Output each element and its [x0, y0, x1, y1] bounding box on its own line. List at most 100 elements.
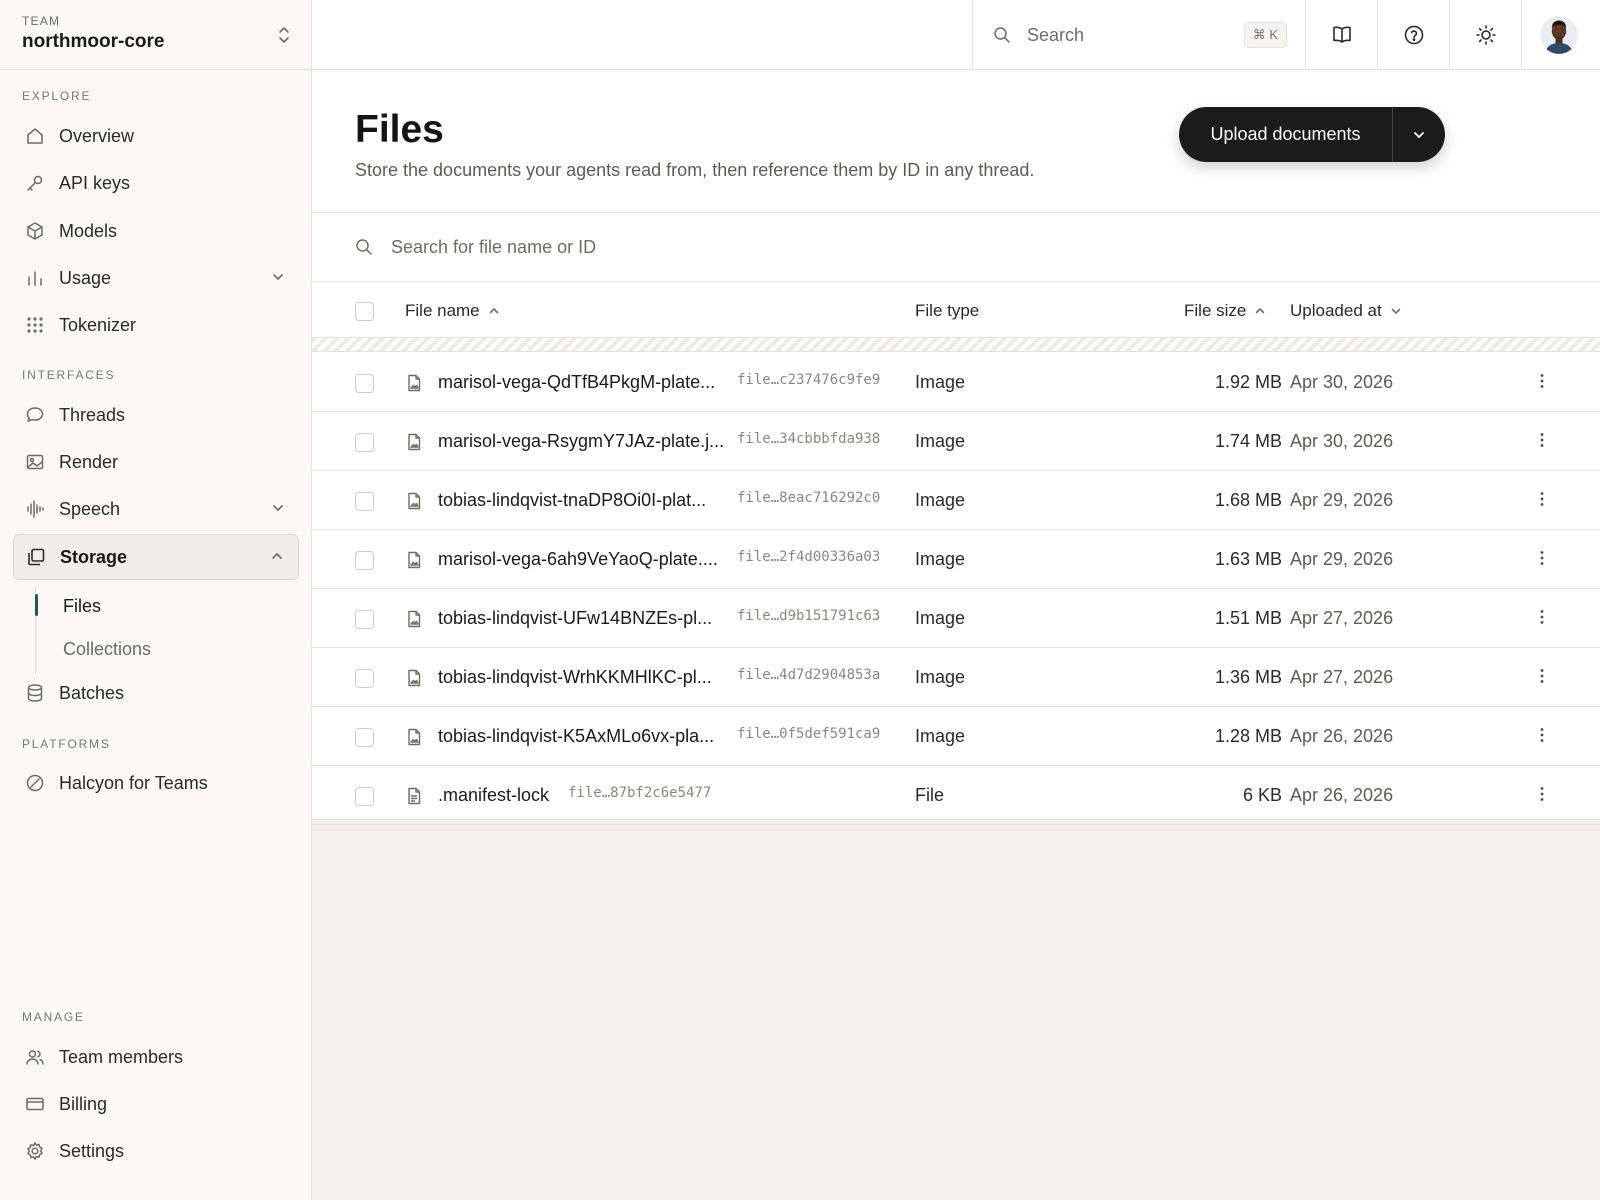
table-row[interactable]: marisol-vega-RsygmY7JAz-plate.j... file……: [312, 412, 1600, 471]
docs-button[interactable]: [1306, 0, 1378, 70]
row-checkbox[interactable]: [355, 492, 374, 511]
sort-ascending-icon: [488, 305, 500, 317]
sidebar-item-halcyon-for-teams[interactable]: Halcyon for Teams: [13, 761, 299, 805]
avatar[interactable]: [1540, 16, 1578, 54]
sidebar-item-batches[interactable]: Batches: [13, 671, 299, 715]
sidebar-item-threads[interactable]: Threads: [13, 393, 299, 437]
row-more-icon[interactable]: [1532, 784, 1552, 804]
column-header-uploaded-at[interactable]: Uploaded at: [1290, 301, 1402, 321]
sidebar-item-label: Overview: [59, 125, 135, 146]
credit-card-icon: [25, 1094, 45, 1114]
sidebar-item-team-members[interactable]: Team members: [13, 1035, 299, 1079]
sidebar-item-label: Team members: [59, 1046, 184, 1067]
sidebar-item-label: Threads: [59, 404, 126, 425]
file-search-bar: [312, 212, 1600, 282]
file-name[interactable]: marisol-vega-RsygmY7JAz-plate.j...: [438, 431, 724, 452]
file-name[interactable]: tobias-lindqvist-tnaDP8Oi0I-plat...: [438, 490, 706, 511]
sidebar-item-label: API keys: [59, 172, 131, 193]
files-panel: Files Store the documents your agents re…: [312, 70, 1600, 825]
sun-icon: [1475, 24, 1497, 46]
users-icon: [25, 1047, 45, 1067]
table-row[interactable]: .manifest-lock file…87bf2c6e5477 File 6 …: [312, 766, 1600, 825]
upload-button-group: Upload documents: [1179, 107, 1445, 162]
file-name[interactable]: tobias-lindqvist-WrhKKMHlKC-pl...: [438, 667, 712, 688]
column-header-file-name[interactable]: File name: [405, 301, 500, 321]
image-file-icon: [405, 374, 423, 392]
section-label-platforms: PLATFORMS: [22, 737, 111, 751]
search-icon: [355, 238, 373, 256]
row-checkbox[interactable]: [355, 728, 374, 747]
table-row[interactable]: marisol-vega-QdTfB4PkgM-plate... file…c2…: [312, 353, 1600, 412]
theme-toggle-button[interactable]: [1450, 0, 1522, 70]
search-icon: [993, 26, 1011, 44]
file-type: Image: [915, 431, 966, 451]
sidebar-subitem-files[interactable]: Files: [35, 586, 296, 626]
global-search-placeholder: Search: [1027, 24, 1085, 45]
file-uploaded-date: Apr 26, 2026: [1290, 726, 1394, 746]
section-label-explore: EXPLORE: [22, 89, 92, 103]
table-header: File name File type File size Uploaded a…: [312, 282, 1600, 338]
sidebar-item-speech[interactable]: Speech: [13, 487, 299, 531]
row-checkbox[interactable]: [355, 551, 374, 570]
table-row[interactable]: marisol-vega-6ah9VeYaoQ-plate.... file…2…: [312, 530, 1600, 589]
row-more-icon[interactable]: [1532, 548, 1552, 568]
file-size: 1.63 MB: [1214, 549, 1282, 569]
row-checkbox[interactable]: [355, 610, 374, 629]
sidebar-item-overview[interactable]: Overview: [13, 114, 299, 158]
file-name[interactable]: marisol-vega-QdTfB4PkgM-plate...: [438, 372, 715, 393]
chevron-down-icon: [1412, 128, 1426, 142]
team-switcher[interactable]: TEAM northmoor-core: [0, 0, 311, 70]
row-checkbox[interactable]: [355, 433, 374, 452]
select-all-checkbox[interactable]: [355, 302, 374, 321]
section-label-manage: MANAGE: [22, 1010, 85, 1024]
sidebar-subitem-collections[interactable]: Collections: [36, 629, 296, 669]
table-row[interactable]: tobias-lindqvist-UFw14BNZEs-pl... file…d…: [312, 589, 1600, 648]
sidebar-item-usage[interactable]: Usage: [13, 256, 299, 300]
file-name[interactable]: tobias-lindqvist-UFw14BNZEs-pl...: [438, 608, 712, 629]
book-icon: [1331, 24, 1353, 46]
sidebar-item-label: Storage: [60, 546, 128, 567]
document-file-icon: [405, 787, 423, 805]
cube-icon: [25, 221, 45, 241]
global-search[interactable]: Search ⌘ K: [972, 0, 1306, 70]
home-icon: [25, 126, 45, 146]
image-file-icon: [405, 433, 423, 451]
sidebar-item-storage[interactable]: Storage: [13, 534, 299, 580]
table-row[interactable]: tobias-lindqvist-K5AxMLo6vx-pla... file……: [312, 707, 1600, 766]
row-more-icon[interactable]: [1532, 489, 1552, 509]
upload-options-button[interactable]: [1393, 107, 1445, 162]
file-name[interactable]: .manifest-lock: [438, 785, 549, 806]
table-row[interactable]: tobias-lindqvist-tnaDP8Oi0I-plat... file…: [312, 471, 1600, 530]
help-button[interactable]: [1378, 0, 1450, 70]
file-size: 1.92 MB: [1214, 372, 1282, 392]
row-checkbox[interactable]: [355, 374, 374, 393]
row-more-icon[interactable]: [1532, 725, 1552, 745]
file-uploaded-date: Apr 29, 2026: [1290, 490, 1394, 510]
table-loading-stripe: [312, 338, 1600, 352]
upload-documents-button[interactable]: Upload documents: [1179, 107, 1393, 162]
file-search-input[interactable]: [391, 236, 991, 258]
row-more-icon[interactable]: [1532, 666, 1552, 686]
sidebar-item-billing[interactable]: Billing: [13, 1082, 299, 1126]
row-more-icon[interactable]: [1532, 430, 1552, 450]
sidebar-item-settings[interactable]: Settings: [13, 1129, 299, 1173]
row-more-icon[interactable]: [1532, 371, 1552, 391]
image-icon: [25, 452, 45, 472]
image-file-icon: [405, 669, 423, 687]
chevron-up-icon: [270, 549, 284, 563]
row-more-icon[interactable]: [1532, 607, 1552, 627]
table-row[interactable]: tobias-lindqvist-WrhKKMHlKC-pl... file…4…: [312, 648, 1600, 707]
sort-descending-icon: [1390, 305, 1402, 317]
file-name[interactable]: marisol-vega-6ah9VeYaoQ-plate....: [438, 549, 718, 570]
sidebar-item-models[interactable]: Models: [13, 209, 299, 253]
file-size: 1.28 MB: [1214, 726, 1282, 746]
file-name[interactable]: tobias-lindqvist-K5AxMLo6vx-pla...: [438, 726, 714, 747]
sidebar-item-api-keys[interactable]: API keys: [13, 161, 299, 205]
sidebar-item-render[interactable]: Render: [13, 440, 299, 484]
row-checkbox[interactable]: [355, 787, 374, 806]
column-header-file-size[interactable]: File size: [1184, 301, 1266, 321]
sidebar-item-tokenizer[interactable]: Tokenizer: [13, 303, 299, 347]
column-header-file-type[interactable]: File type: [915, 301, 979, 321]
column-header-label: File size: [1184, 301, 1247, 320]
row-checkbox[interactable]: [355, 669, 374, 688]
